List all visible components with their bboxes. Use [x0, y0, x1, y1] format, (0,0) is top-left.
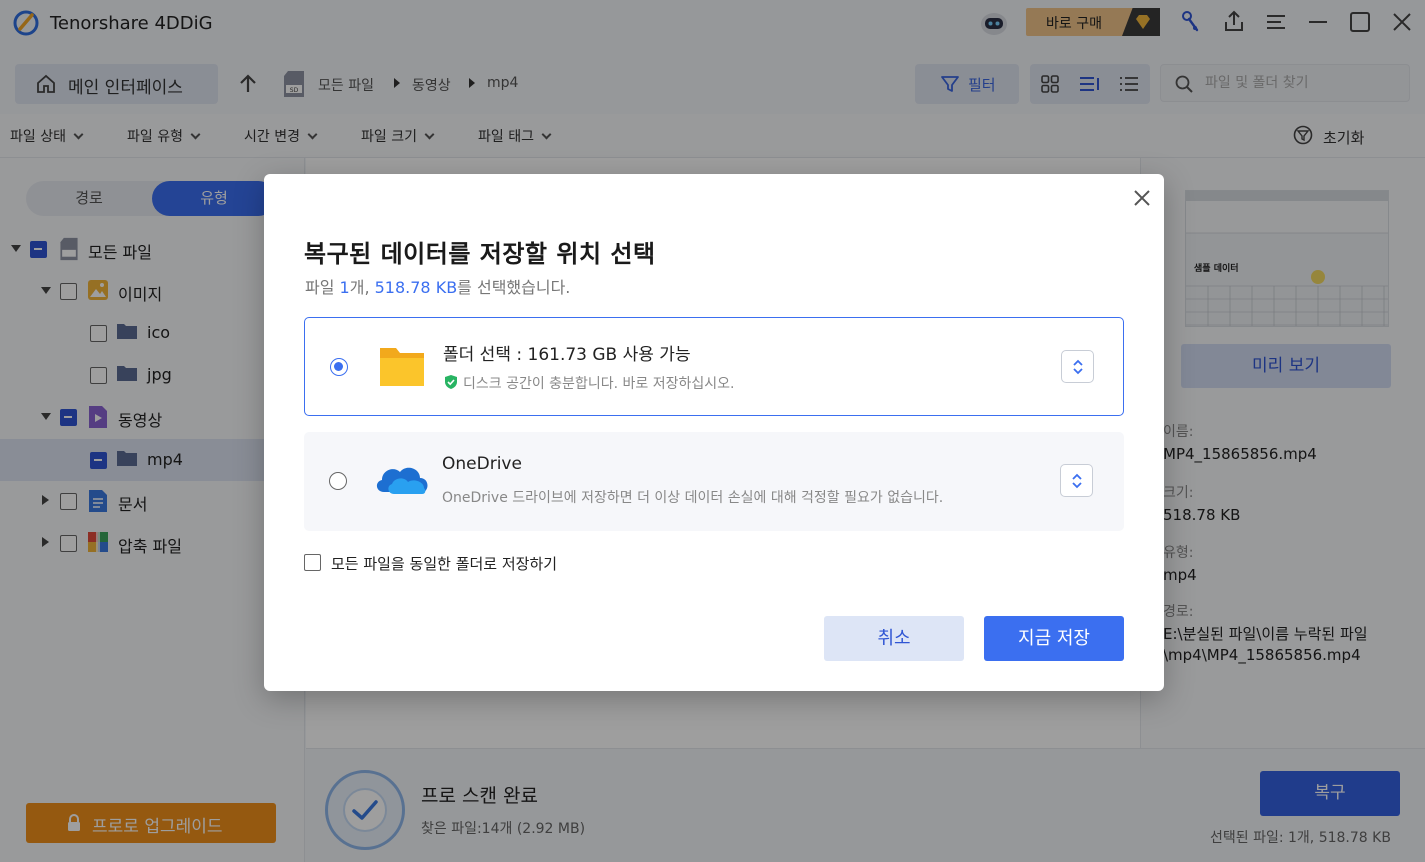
onedrive-icon	[376, 467, 428, 494]
option-local-folder-title: 폴더 선택 : 161.73 GB 사용 가능	[443, 345, 691, 365]
same-folder-label[interactable]: 모든 파일을 동일한 폴더로 저장하기	[331, 553, 557, 574]
subtitle-size: 518.78 KB	[374, 278, 458, 297]
onedrive-select-stepper[interactable]	[1060, 464, 1093, 497]
same-folder-checkbox[interactable]	[304, 554, 321, 571]
option-local-folder-desc-text: 디스크 공간이 충분합니다. 바로 저장하십시오.	[463, 376, 735, 392]
option-local-folder-desc: 디스크 공간이 충분합니다. 바로 저장하십시오.	[443, 373, 734, 393]
dialog-title: 복구된 데이터를 저장할 위치 선택	[304, 240, 656, 268]
radio-local-folder[interactable]	[330, 358, 348, 376]
option-local-folder[interactable]: 폴더 선택 : 161.73 GB 사용 가능 디스크 공간이 충분합니다. 바…	[304, 317, 1124, 416]
subtitle-count: 1	[339, 278, 350, 297]
cancel-button[interactable]: 취소	[824, 616, 964, 661]
radio-onedrive[interactable]	[329, 472, 347, 490]
chevron-updown-icon	[1072, 473, 1082, 489]
shield-check-icon	[445, 375, 457, 389]
save-now-button[interactable]: 지금 저장	[984, 616, 1124, 661]
save-location-dialog: 복구된 데이터를 저장할 위치 선택 파일 1개, 518.78 KB를 선택했…	[264, 174, 1164, 691]
subtitle-suffix: 를 선택했습니다.	[457, 278, 571, 297]
folder-select-stepper[interactable]	[1061, 350, 1094, 383]
close-icon[interactable]	[1130, 186, 1154, 210]
option-onedrive-desc: OneDrive 드라이브에 저장하면 더 이상 데이터 손실에 대해 걱정할 …	[442, 490, 944, 506]
option-onedrive[interactable]: OneDrive OneDrive 드라이브에 저장하면 더 이상 데이터 손실…	[304, 432, 1124, 531]
subtitle-mid: 개,	[349, 278, 375, 297]
option-onedrive-title: OneDrive	[442, 454, 522, 474]
dialog-subtitle: 파일 1개, 518.78 KB를 선택했습니다.	[305, 274, 570, 298]
subtitle-prefix: 파일	[305, 278, 340, 297]
folder-icon	[380, 348, 424, 386]
chevron-updown-icon	[1073, 359, 1083, 375]
